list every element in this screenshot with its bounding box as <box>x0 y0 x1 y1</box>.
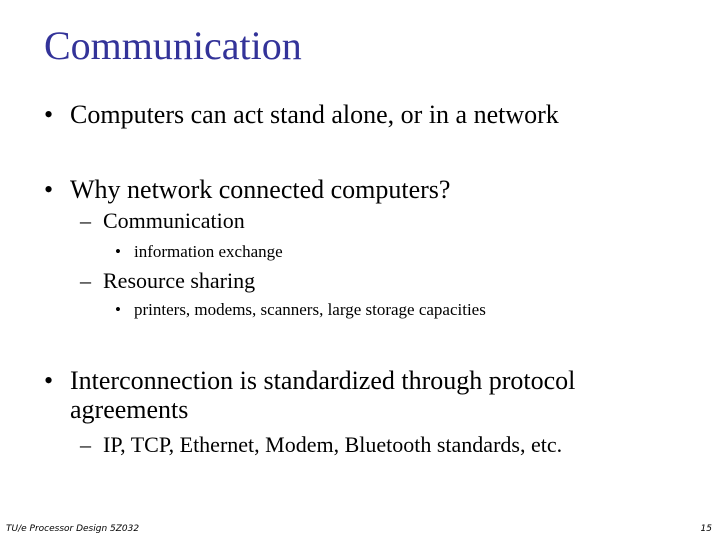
sub-bullet-text: Communication <box>103 208 245 233</box>
sub-sub-bullet-text: printers, modems, scanners, large storag… <box>134 300 486 319</box>
footer-page-number: 15 <box>700 524 712 534</box>
sub-bullet-text: IP, TCP, Ethernet, Modem, Bluetooth stan… <box>103 432 563 457</box>
sub-sub-bullet-text: information exchange <box>134 242 283 261</box>
sub-bullet-item: – Communication <box>80 208 680 234</box>
dash-marker: – <box>80 208 91 233</box>
sub-bullet-item: – Resource sharing <box>80 268 680 294</box>
footer-course-label: TU/e Processor Design 5Z032 <box>6 524 140 534</box>
bullet-item: • Why network connected computers? <box>44 175 684 205</box>
bullet-text: Computers can act stand alone, or in a n… <box>70 100 559 129</box>
bullet-text-line-2: agreements <box>70 395 189 424</box>
sub-bullet-item: – IP, TCP, Ethernet, Modem, Bluetooth st… <box>80 432 700 458</box>
bullet-marker: • <box>115 300 121 319</box>
slide: Communication • Computers can act stand … <box>0 0 720 540</box>
dash-marker: – <box>80 432 91 457</box>
bullet-marker: • <box>44 100 54 129</box>
slide-title: Communication <box>44 23 302 68</box>
bullet-item: • Interconnection is standardized throug… <box>44 366 704 426</box>
bullet-text: Why network connected computers? <box>70 175 451 204</box>
bullet-marker: • <box>44 366 54 395</box>
bullet-marker: • <box>115 242 121 261</box>
dash-marker: – <box>80 268 91 293</box>
bullet-item: • Computers can act stand alone, or in a… <box>44 100 684 130</box>
bullet-marker: • <box>44 175 54 204</box>
sub-sub-bullet-item: • information exchange <box>115 242 675 262</box>
bullet-text-line-1: Interconnection is standardized through … <box>70 366 576 395</box>
sub-bullet-text: Resource sharing <box>103 268 256 293</box>
sub-sub-bullet-item: • printers, modems, scanners, large stor… <box>115 300 675 320</box>
